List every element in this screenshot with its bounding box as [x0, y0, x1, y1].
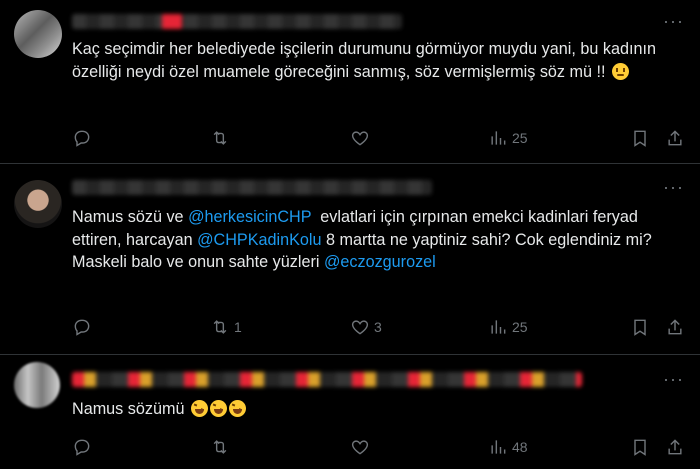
share-icon: [668, 130, 682, 146]
bookmark-button[interactable]: [630, 315, 650, 339]
reply-icon: [74, 319, 90, 336]
share-button[interactable]: [665, 435, 685, 459]
repost-icon: [213, 131, 227, 145]
repost-button[interactable]: [210, 126, 234, 150]
views-count: 25: [512, 319, 528, 335]
author-name-blurred[interactable]: [72, 372, 582, 387]
more-options-icon[interactable]: ···: [663, 178, 684, 196]
views-button[interactable]: 48: [488, 435, 528, 459]
avatar[interactable]: [14, 362, 60, 408]
views-button[interactable]: 25: [488, 126, 528, 150]
views-count: 48: [512, 439, 528, 455]
repost-button[interactable]: [210, 435, 234, 459]
repost-icon: [213, 320, 227, 334]
reply-button[interactable]: [72, 315, 96, 339]
author-name-blurred[interactable]: [72, 180, 432, 195]
avatar[interactable]: [14, 10, 62, 58]
reply-icon: [74, 130, 90, 147]
share-button[interactable]: [665, 126, 685, 150]
reply-button[interactable]: [72, 435, 96, 459]
bar-chart-icon: [491, 440, 506, 454]
share-icon: [668, 319, 682, 335]
more-options-icon[interactable]: ···: [663, 12, 684, 30]
post-text-body: Kaç seçimdir her belediyede işçilerin du…: [72, 40, 661, 81]
avatar[interactable]: [14, 180, 62, 228]
post-text-body: Namus sözümü: [72, 400, 189, 418]
bookmark-button[interactable]: [630, 435, 650, 459]
share-icon: [668, 439, 682, 455]
author-name-blurred[interactable]: [72, 14, 402, 29]
bar-chart-icon: [491, 131, 506, 145]
like-button[interactable]: [350, 126, 374, 150]
post-actions: 1 3 25: [72, 315, 687, 339]
bookmark-button[interactable]: [630, 126, 650, 150]
rolling-on-floor-laughing-emoji: [190, 400, 208, 417]
post-1[interactable]: ··· Kaç seçimdir her belediyede işçileri…: [0, 0, 700, 163]
views-button[interactable]: 25: [488, 315, 528, 339]
mention-link[interactable]: @herkesicinCHP: [188, 208, 311, 226]
repost-count: 1: [234, 319, 242, 335]
repost-icon: [213, 440, 227, 454]
rolling-on-floor-laughing-emoji: [228, 400, 246, 417]
post-actions: 25: [72, 126, 687, 150]
post-text: Kaç seçimdir her belediyede işçilerin du…: [72, 38, 687, 83]
bookmark-icon: [634, 439, 646, 456]
share-button[interactable]: [665, 315, 685, 339]
post-text-segment: Namus sözü ve: [72, 208, 189, 226]
like-count: 3: [374, 319, 382, 335]
more-options-icon[interactable]: ···: [663, 370, 684, 388]
post-text: Namus sözümü: [72, 398, 687, 421]
like-button[interactable]: 3: [350, 315, 382, 339]
mention-link[interactable]: @eczozgurozel: [324, 253, 436, 271]
reply-button[interactable]: [72, 126, 96, 150]
rolling-eyes-emoji: [611, 62, 629, 80]
heart-icon: [351, 131, 369, 146]
bookmark-icon: [634, 319, 646, 336]
reply-icon: [74, 439, 90, 456]
views-count: 25: [512, 130, 528, 146]
bookmark-icon: [634, 130, 646, 147]
heart-icon: [351, 320, 369, 335]
mention-link[interactable]: @CHPKadinKolu: [197, 231, 321, 249]
rolling-on-floor-laughing-emoji: [209, 400, 227, 417]
bar-chart-icon: [491, 320, 506, 334]
like-button[interactable]: [350, 435, 374, 459]
heart-icon: [351, 440, 369, 455]
post-text: Namus sözü ve @herkesicinCHP evlatlari i…: [72, 206, 687, 274]
repost-button[interactable]: 1: [210, 315, 242, 339]
post-actions: 48: [72, 435, 687, 459]
